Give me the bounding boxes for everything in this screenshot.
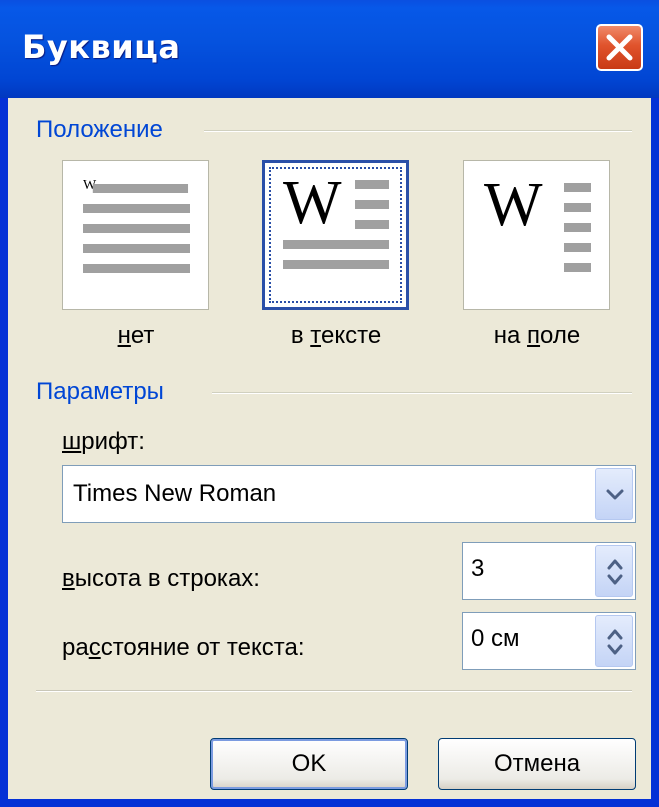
position-option-margin[interactable]: W [463,160,610,310]
title-bar[interactable]: Буквица [0,0,659,98]
window-frame-bottom [0,799,659,807]
height-lines-value[interactable]: 3 [471,555,484,583]
spin-up-down-icon [607,629,623,655]
font-dropdown-button[interactable] [595,468,633,520]
window-frame-left [0,98,8,807]
font-label: шрифт: [62,428,145,455]
position-option-in-text-label[interactable]: в тексте [251,322,421,350]
position-option-margin-label[interactable]: на поле [452,322,622,350]
font-select[interactable]: Times New Roman [62,465,636,523]
height-lines-spin-buttons[interactable] [595,545,633,597]
ok-button[interactable]: OK [210,738,408,790]
window-frame-right [651,98,659,807]
distance-from-text-spinner[interactable]: 0 см [462,612,636,670]
button-separator [36,690,632,692]
drop-cap-in-text-preview-icon: W [283,169,389,269]
position-group-line [204,130,632,132]
cancel-button[interactable]: Отмена [438,738,636,790]
height-label: высота в строках: [62,565,260,592]
params-group-label: Параметры [36,378,164,405]
preview-letter-margin: W [484,171,543,239]
window-title: Буквица [22,28,181,66]
font-select-value: Times New Roman [73,480,277,507]
preview-letter-in-text: W [283,169,342,237]
position-option-in-text[interactable]: W [262,160,409,310]
position-option-none-label[interactable]: нет [51,322,221,350]
close-icon [606,34,633,61]
height-lines-spinner[interactable]: 3 [462,542,636,600]
position-group-label: Положение [36,116,163,143]
close-button[interactable] [596,24,643,71]
distance-label: расстояние от текста: [62,634,305,661]
position-option-none[interactable]: W [62,160,209,310]
distance-from-text-value[interactable]: 0 см [471,625,520,653]
chevron-down-icon [606,489,624,500]
params-group-line [212,392,632,394]
drop-cap-none-preview-icon: W [83,178,190,273]
drop-cap-margin-preview-icon: W [484,171,591,272]
distance-spin-buttons[interactable] [595,615,633,667]
spin-up-down-icon [607,559,623,585]
drop-cap-dialog: Буквица Положение W нет W в тексте W на … [0,0,659,807]
